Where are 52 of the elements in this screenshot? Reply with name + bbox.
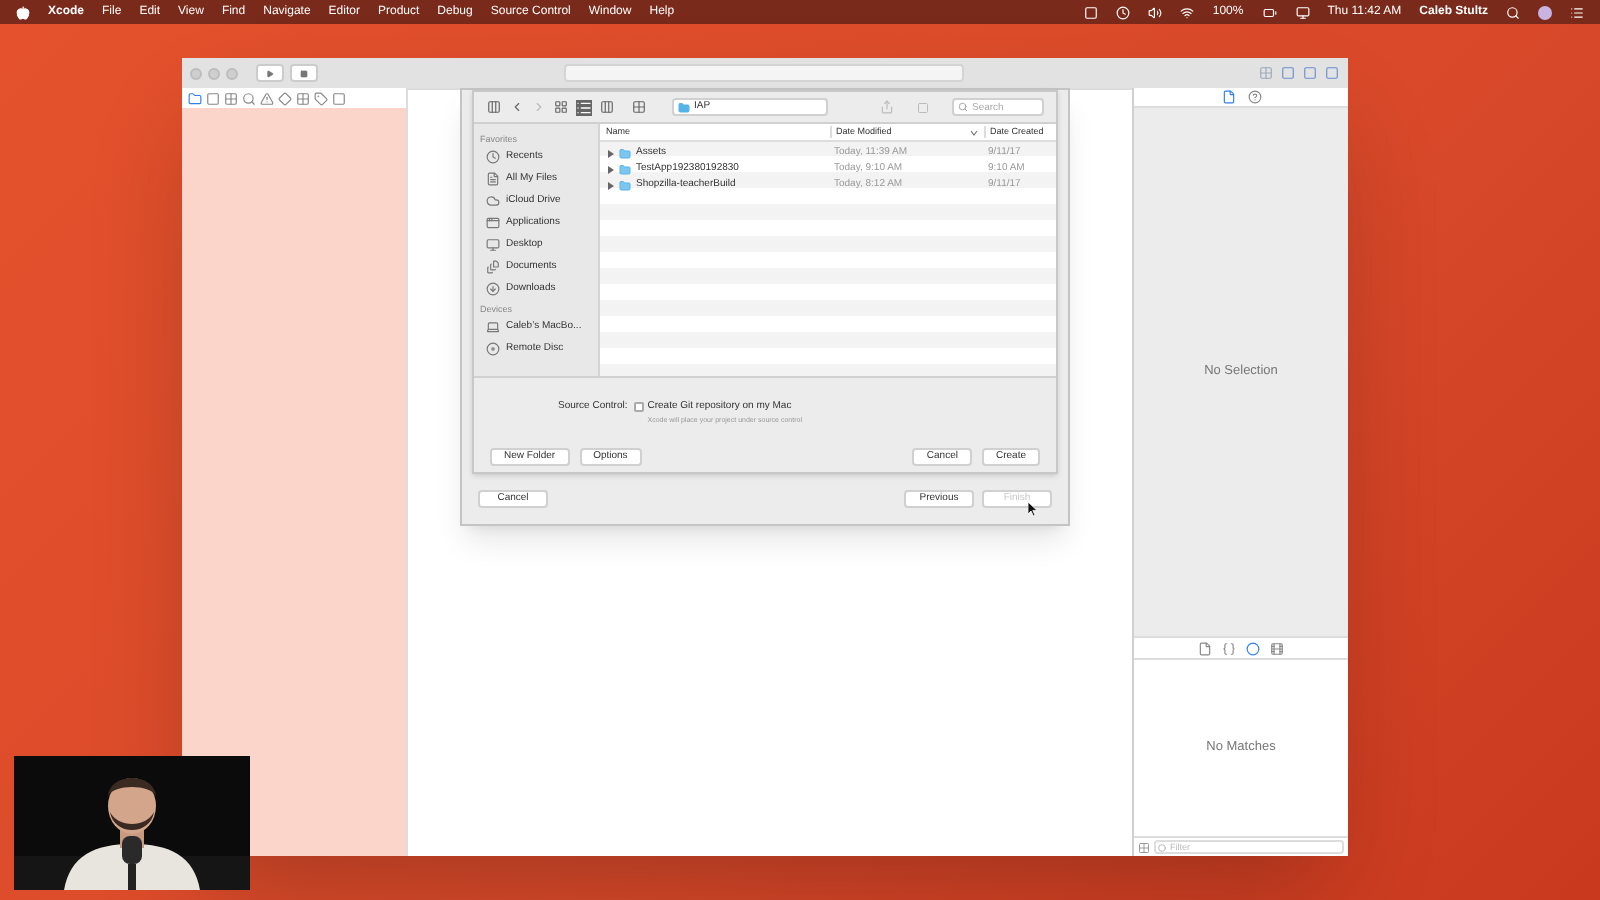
grid-icon[interactable] [224, 91, 238, 105]
disc-icon [486, 342, 500, 356]
play-icon [266, 69, 274, 77]
collapsed-triangle-icon[interactable] [606, 166, 614, 174]
search-icon [958, 102, 968, 112]
folder-icon [618, 164, 632, 176]
downloads-icon [486, 282, 500, 296]
apple-logo-icon[interactable] [16, 5, 30, 19]
list-view-icon[interactable] [576, 99, 592, 115]
icon-view-icon[interactable] [554, 100, 568, 114]
tag-icon[interactable] [314, 91, 328, 105]
menu-icon[interactable] [1570, 5, 1584, 19]
laptop-icon [486, 320, 500, 334]
braces-icon[interactable] [1222, 641, 1236, 655]
files-icon [486, 172, 500, 186]
square-icon[interactable] [332, 91, 346, 105]
stop-button[interactable] [290, 64, 318, 82]
square-icon[interactable] [206, 91, 220, 105]
git-checkbox[interactable] [633, 402, 644, 413]
battery-icon[interactable] [1261, 5, 1278, 19]
status-icon[interactable] [1084, 5, 1099, 19]
avatar-icon[interactable] [1538, 5, 1552, 19]
file-icon[interactable] [1221, 90, 1235, 104]
stop-icon [300, 69, 308, 77]
film-icon[interactable] [1270, 641, 1284, 655]
file-icon[interactable] [1198, 641, 1212, 655]
cursor-icon [1028, 502, 1038, 516]
documents-icon [486, 260, 500, 274]
folder-icon [678, 101, 690, 113]
wifi-icon[interactable] [1180, 5, 1195, 19]
diamond-icon[interactable] [278, 91, 292, 105]
column-view-icon[interactable] [600, 100, 614, 114]
sidebar-toggle-icon[interactable] [486, 100, 502, 114]
volume-icon[interactable] [1148, 5, 1163, 19]
grid-icon[interactable] [1138, 841, 1150, 853]
desktop-icon [486, 238, 500, 252]
apps-icon [486, 216, 500, 230]
cloud-icon [486, 194, 500, 208]
collapsed-triangle-icon[interactable] [606, 182, 614, 190]
folder-icon[interactable] [188, 91, 202, 105]
folder-icon [618, 148, 632, 160]
recents-icon [486, 150, 500, 164]
circle-icon[interactable] [1246, 641, 1260, 655]
help-icon[interactable] [1247, 90, 1261, 104]
filter-icon [1158, 843, 1166, 851]
sort-chevron-icon [970, 129, 978, 135]
run-button[interactable] [256, 64, 284, 82]
collapsed-triangle-icon[interactable] [606, 150, 614, 158]
folder-icon [618, 180, 632, 192]
grid-icon[interactable] [296, 91, 310, 105]
warning-icon[interactable] [260, 91, 274, 105]
back-icon[interactable] [510, 100, 524, 114]
